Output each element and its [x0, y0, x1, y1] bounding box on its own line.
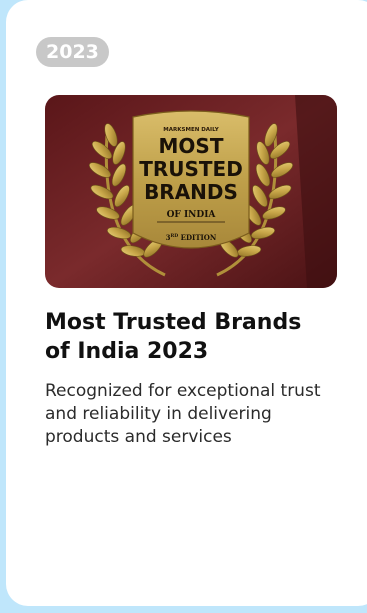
card-title-line1: Most Trusted Brands	[45, 310, 302, 335]
plaque-publisher: MARKSMEN DAILY	[163, 127, 219, 133]
plaque-line-trusted: TRUSTED	[139, 157, 243, 181]
award-card: 2023 MARKSMEN DAILY MOST TRUSTED BRANDS …	[6, 0, 367, 606]
card-description: Recognized for exceptional trust and rel…	[45, 381, 321, 447]
award-image: MARKSMEN DAILY MOST TRUSTED BRANDS OF IN…	[45, 95, 337, 288]
plaque-edition-suffix: RD	[171, 233, 179, 239]
card-title-line2: of India 2023	[45, 339, 209, 364]
card-title: Most Trusted Brands of India 2023	[45, 308, 345, 366]
plaque-line-most: MOST	[159, 134, 224, 158]
year-badge: 2023	[36, 37, 109, 67]
plaque-line-of-india: OF INDIA	[167, 210, 217, 220]
award-plaque-graphic: MARKSMEN DAILY MOST TRUSTED BRANDS OF IN…	[45, 95, 337, 288]
plaque-edition-word: EDITION	[178, 233, 217, 242]
plaque-line-brands: BRANDS	[144, 180, 238, 204]
